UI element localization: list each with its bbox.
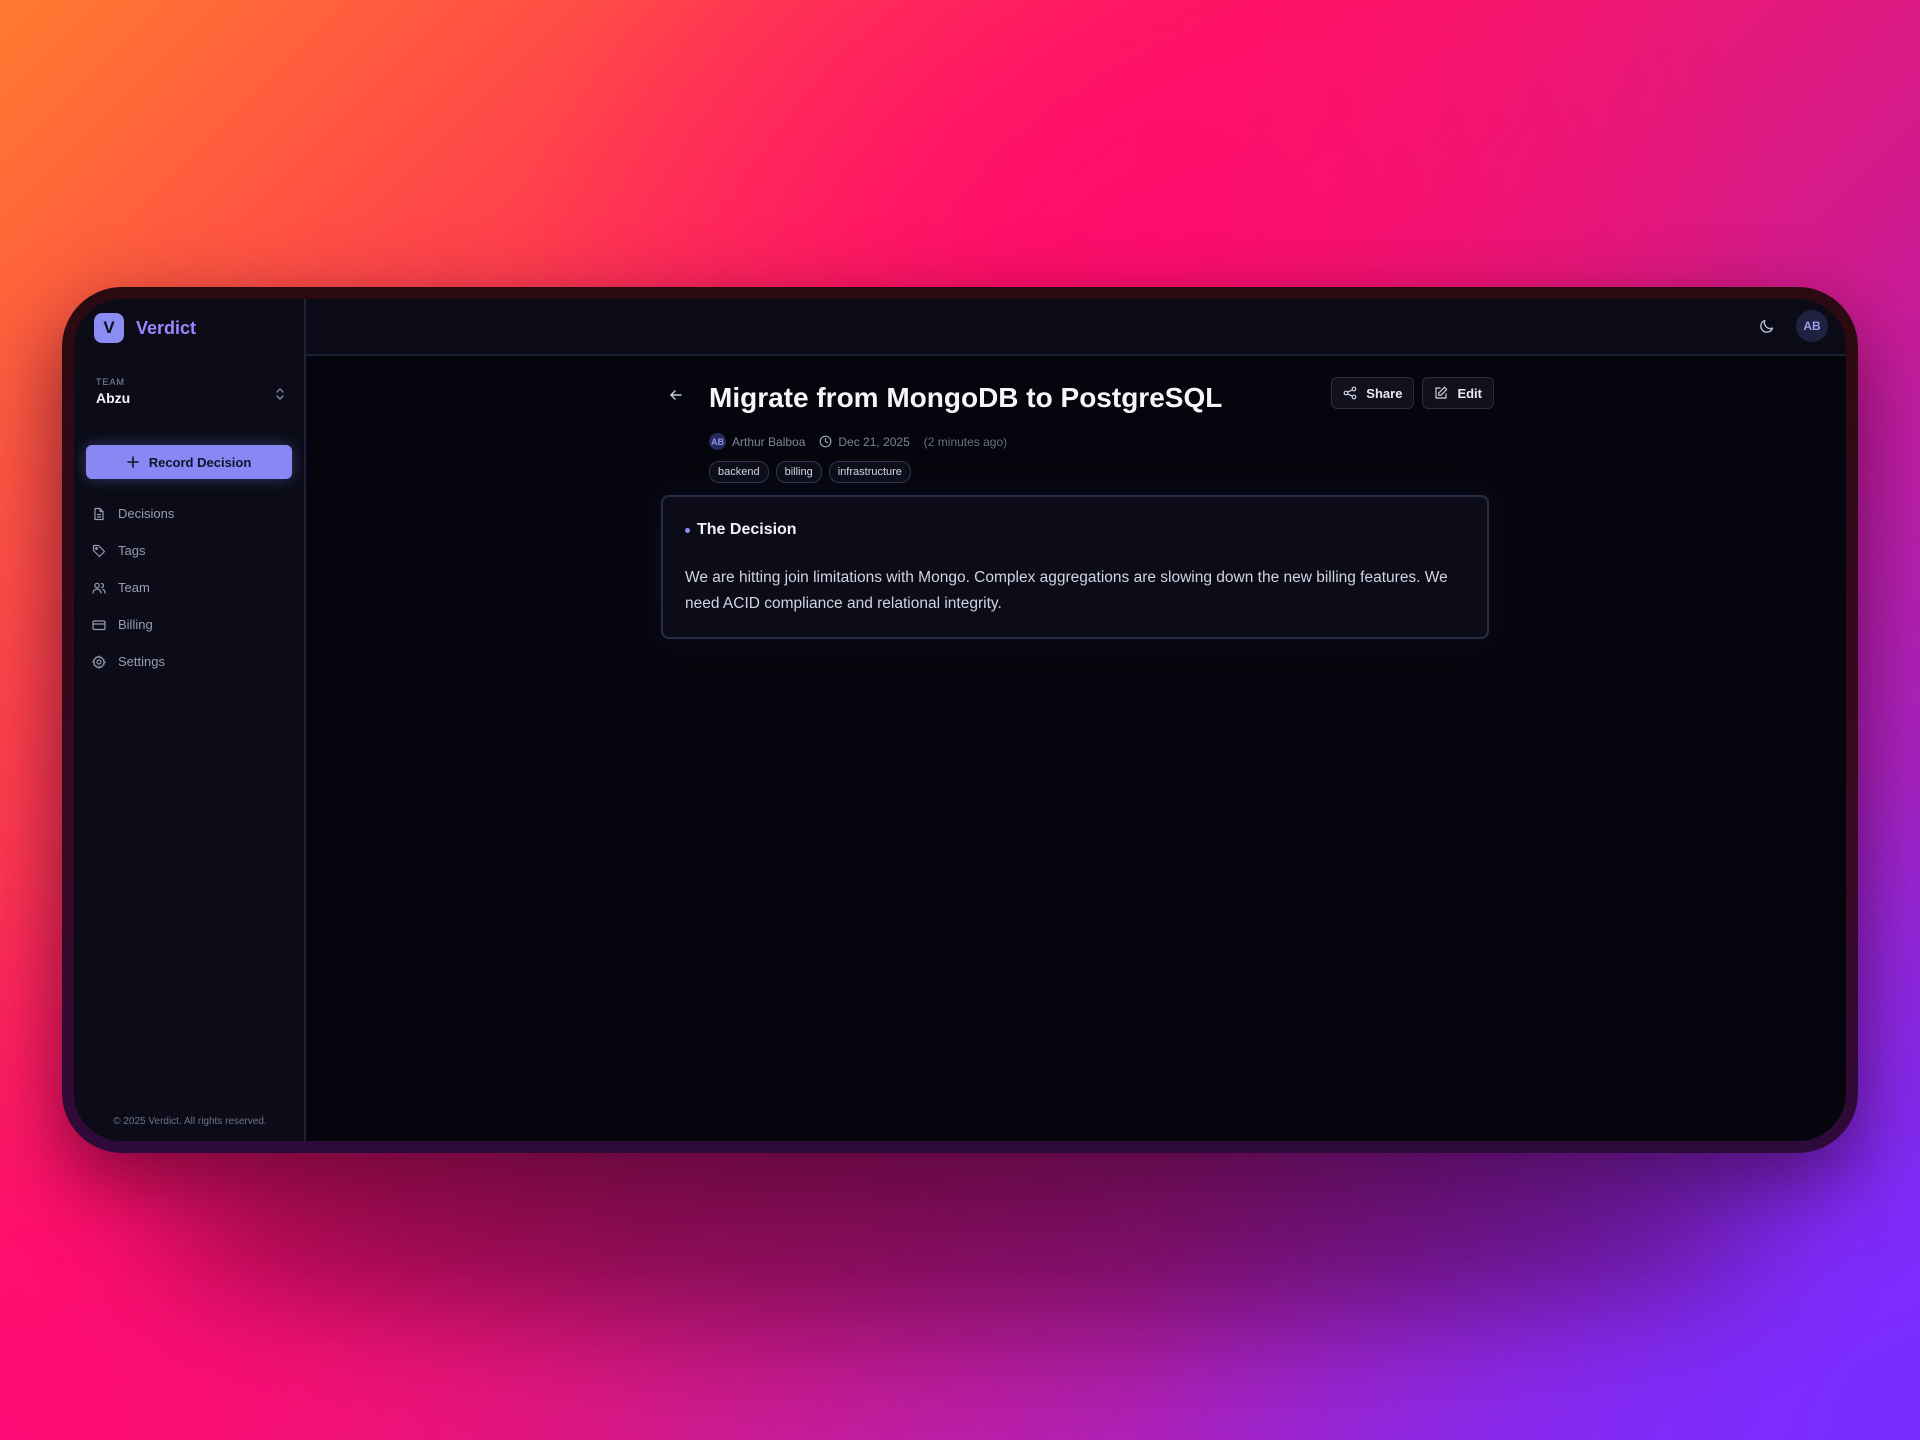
moon-icon[interactable] xyxy=(1758,317,1776,335)
tag-chip[interactable]: backend xyxy=(709,461,769,483)
plus-icon xyxy=(126,456,139,468)
tag-chip[interactable]: infrastructure xyxy=(828,461,911,483)
share-button[interactable]: Share xyxy=(1331,377,1415,409)
brand-name: Verdict xyxy=(136,317,197,338)
arrow-left-icon[interactable] xyxy=(668,387,684,403)
sidebar-item-label: Billing xyxy=(118,617,153,632)
record-decision-label: Record Decision xyxy=(148,454,252,470)
credit-card-icon xyxy=(92,619,106,630)
team-switcher[interactable]: TEAM Abzu xyxy=(96,377,286,406)
page-title: Migrate from MongoDB to PostgreSQL xyxy=(709,382,1223,413)
app-screen: V Verdict TEAM Abzu Record Decision Deci… xyxy=(74,299,1846,1141)
sidebar-item-tags[interactable]: Tags xyxy=(92,532,292,569)
share-label: Share xyxy=(1366,385,1403,401)
team-name: Abzu xyxy=(96,390,131,406)
decision-meta: AB Arthur Balboa Dec 21, 2025 (2 minutes… xyxy=(709,433,1007,450)
bullet-dot xyxy=(685,527,690,533)
copyright-footer: © 2025 Verdict. All rights reserved. xyxy=(113,1116,267,1127)
sidebar-item-settings[interactable]: Settings xyxy=(92,643,292,680)
tag-list: backend billing infrastructure xyxy=(709,461,911,483)
edit-icon xyxy=(1435,386,1448,399)
sidebar-item-billing[interactable]: Billing xyxy=(92,606,292,643)
sidebar: V Verdict TEAM Abzu Record Decision Deci… xyxy=(74,299,306,1141)
brand[interactable]: V Verdict xyxy=(94,313,196,343)
sidebar-nav: Decisions Tags Team Billing Settings xyxy=(92,495,292,680)
author[interactable]: AB Arthur Balboa xyxy=(709,433,805,450)
team-label: TEAM xyxy=(96,377,126,387)
brand-logo: V xyxy=(94,313,124,343)
decision-actions: Share Edit xyxy=(1331,377,1494,409)
gear-icon xyxy=(92,654,106,669)
sidebar-item-label: Tags xyxy=(118,543,146,558)
sidebar-item-label: Settings xyxy=(118,654,165,669)
clock-icon xyxy=(819,435,832,448)
decision-date: Dec 21, 2025 xyxy=(819,434,910,449)
section-heading-text: The Decision xyxy=(697,521,797,538)
users-icon xyxy=(92,582,106,594)
author-name: Arthur Balboa xyxy=(732,434,806,449)
decision-card: The Decision We are hitting join limitat… xyxy=(661,495,1489,639)
device-shadow xyxy=(150,1130,1770,1330)
file-text-icon xyxy=(94,507,104,520)
main-content: AB Migrate from MongoDB to PostgreSQL Sh… xyxy=(306,299,1846,1141)
top-bar: AB xyxy=(306,299,1846,356)
tag-icon xyxy=(92,544,106,557)
sidebar-item-label: Team xyxy=(118,580,150,595)
tag-chip[interactable]: billing xyxy=(775,461,822,483)
section-heading: The Decision xyxy=(685,521,1465,539)
edit-label: Edit xyxy=(1457,385,1482,401)
device-frame: V Verdict TEAM Abzu Record Decision Deci… xyxy=(62,287,1858,1153)
share-icon xyxy=(1343,386,1357,400)
user-avatar[interactable]: AB xyxy=(1796,310,1828,342)
record-decision-button[interactable]: Record Decision xyxy=(86,445,292,479)
chevrons-up-down-icon xyxy=(276,388,284,400)
date-text: Dec 21, 2025 xyxy=(838,434,910,449)
author-avatar: AB xyxy=(709,433,726,450)
section-body: We are hitting join limitations with Mon… xyxy=(685,569,1448,612)
sidebar-item-team[interactable]: Team xyxy=(92,569,292,606)
sidebar-item-decisions[interactable]: Decisions xyxy=(92,495,292,532)
relative-time: (2 minutes ago) xyxy=(923,434,1008,449)
edit-button[interactable]: Edit xyxy=(1422,377,1494,409)
sidebar-item-label: Decisions xyxy=(118,506,175,521)
